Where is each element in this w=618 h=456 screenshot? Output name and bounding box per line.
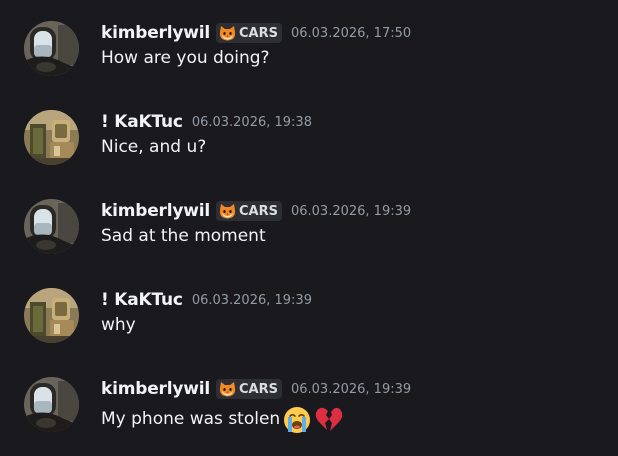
timestamp: 06.03.2026, 19:39 — [290, 381, 412, 397]
broken-heart-emoji[interactable] — [314, 404, 344, 434]
loudly-crying-face-emoji[interactable] — [282, 404, 312, 434]
avatar-window-seat[interactable] — [24, 377, 79, 432]
message-text: why — [101, 315, 136, 335]
message-header: kimberlywil CARS 06.03.2026, 19:39 — [101, 377, 411, 401]
avatar-window-seat[interactable] — [24, 21, 79, 76]
message-header: kimberlywil CARS 06.03.2026, 17:50 — [101, 21, 411, 45]
message: ! KaKTuc 06.03.2026, 19:39 why — [0, 288, 618, 368]
server-tag[interactable]: CARS — [216, 379, 282, 399]
message-header: kimberlywil CARS 06.03.2026, 19:39 — [101, 199, 411, 223]
message-text: Sad at the moment — [101, 226, 266, 246]
message: kimberlywil CARS 06.03.2026, 19:39 My ph… — [0, 377, 618, 456]
server-tag-label: CARS — [239, 25, 278, 41]
username[interactable]: ! KaKTuc — [101, 112, 183, 132]
server-tag[interactable]: CARS — [216, 23, 282, 43]
message-text: My phone was stolen — [101, 409, 281, 429]
cat-face-icon — [219, 25, 236, 40]
message-list: kimberlywil CARS 06.03.2026, 17:50 How a… — [0, 0, 618, 456]
cat-face-icon — [219, 203, 236, 218]
message-content: How are you doing? — [101, 48, 270, 68]
timestamp: 06.03.2026, 17:50 — [290, 25, 412, 41]
timestamp: 06.03.2026, 19:38 — [191, 114, 312, 130]
message-header: ! KaKTuc 06.03.2026, 19:38 — [101, 110, 312, 134]
username[interactable]: kimberlywil — [101, 201, 210, 221]
message: ! KaKTuc 06.03.2026, 19:38 Nice, and u? — [0, 110, 618, 190]
server-tag[interactable]: CARS — [216, 201, 282, 221]
avatar-window-seat[interactable] — [24, 199, 79, 254]
username[interactable]: ! KaKTuc — [101, 290, 183, 310]
message-content: Nice, and u? — [101, 137, 206, 157]
message-text: How are you doing? — [101, 48, 270, 68]
timestamp: 06.03.2026, 19:39 — [290, 203, 412, 219]
avatar-cactus[interactable] — [24, 110, 79, 165]
server-tag-label: CARS — [239, 203, 278, 219]
username[interactable]: kimberlywil — [101, 23, 210, 43]
message-content: My phone was stolen — [101, 404, 344, 434]
username[interactable]: kimberlywil — [101, 379, 210, 399]
message: kimberlywil CARS 06.03.2026, 17:50 How a… — [0, 21, 618, 101]
server-tag-label: CARS — [239, 381, 278, 397]
message-header: ! KaKTuc 06.03.2026, 19:39 — [101, 288, 312, 312]
message-content: Sad at the moment — [101, 226, 266, 246]
message: kimberlywil CARS 06.03.2026, 19:39 Sad a… — [0, 199, 618, 279]
cat-face-icon — [219, 381, 236, 396]
message-content: why — [101, 315, 136, 335]
message-text: Nice, and u? — [101, 137, 207, 157]
avatar-cactus[interactable] — [24, 288, 79, 343]
timestamp: 06.03.2026, 19:39 — [191, 292, 312, 308]
